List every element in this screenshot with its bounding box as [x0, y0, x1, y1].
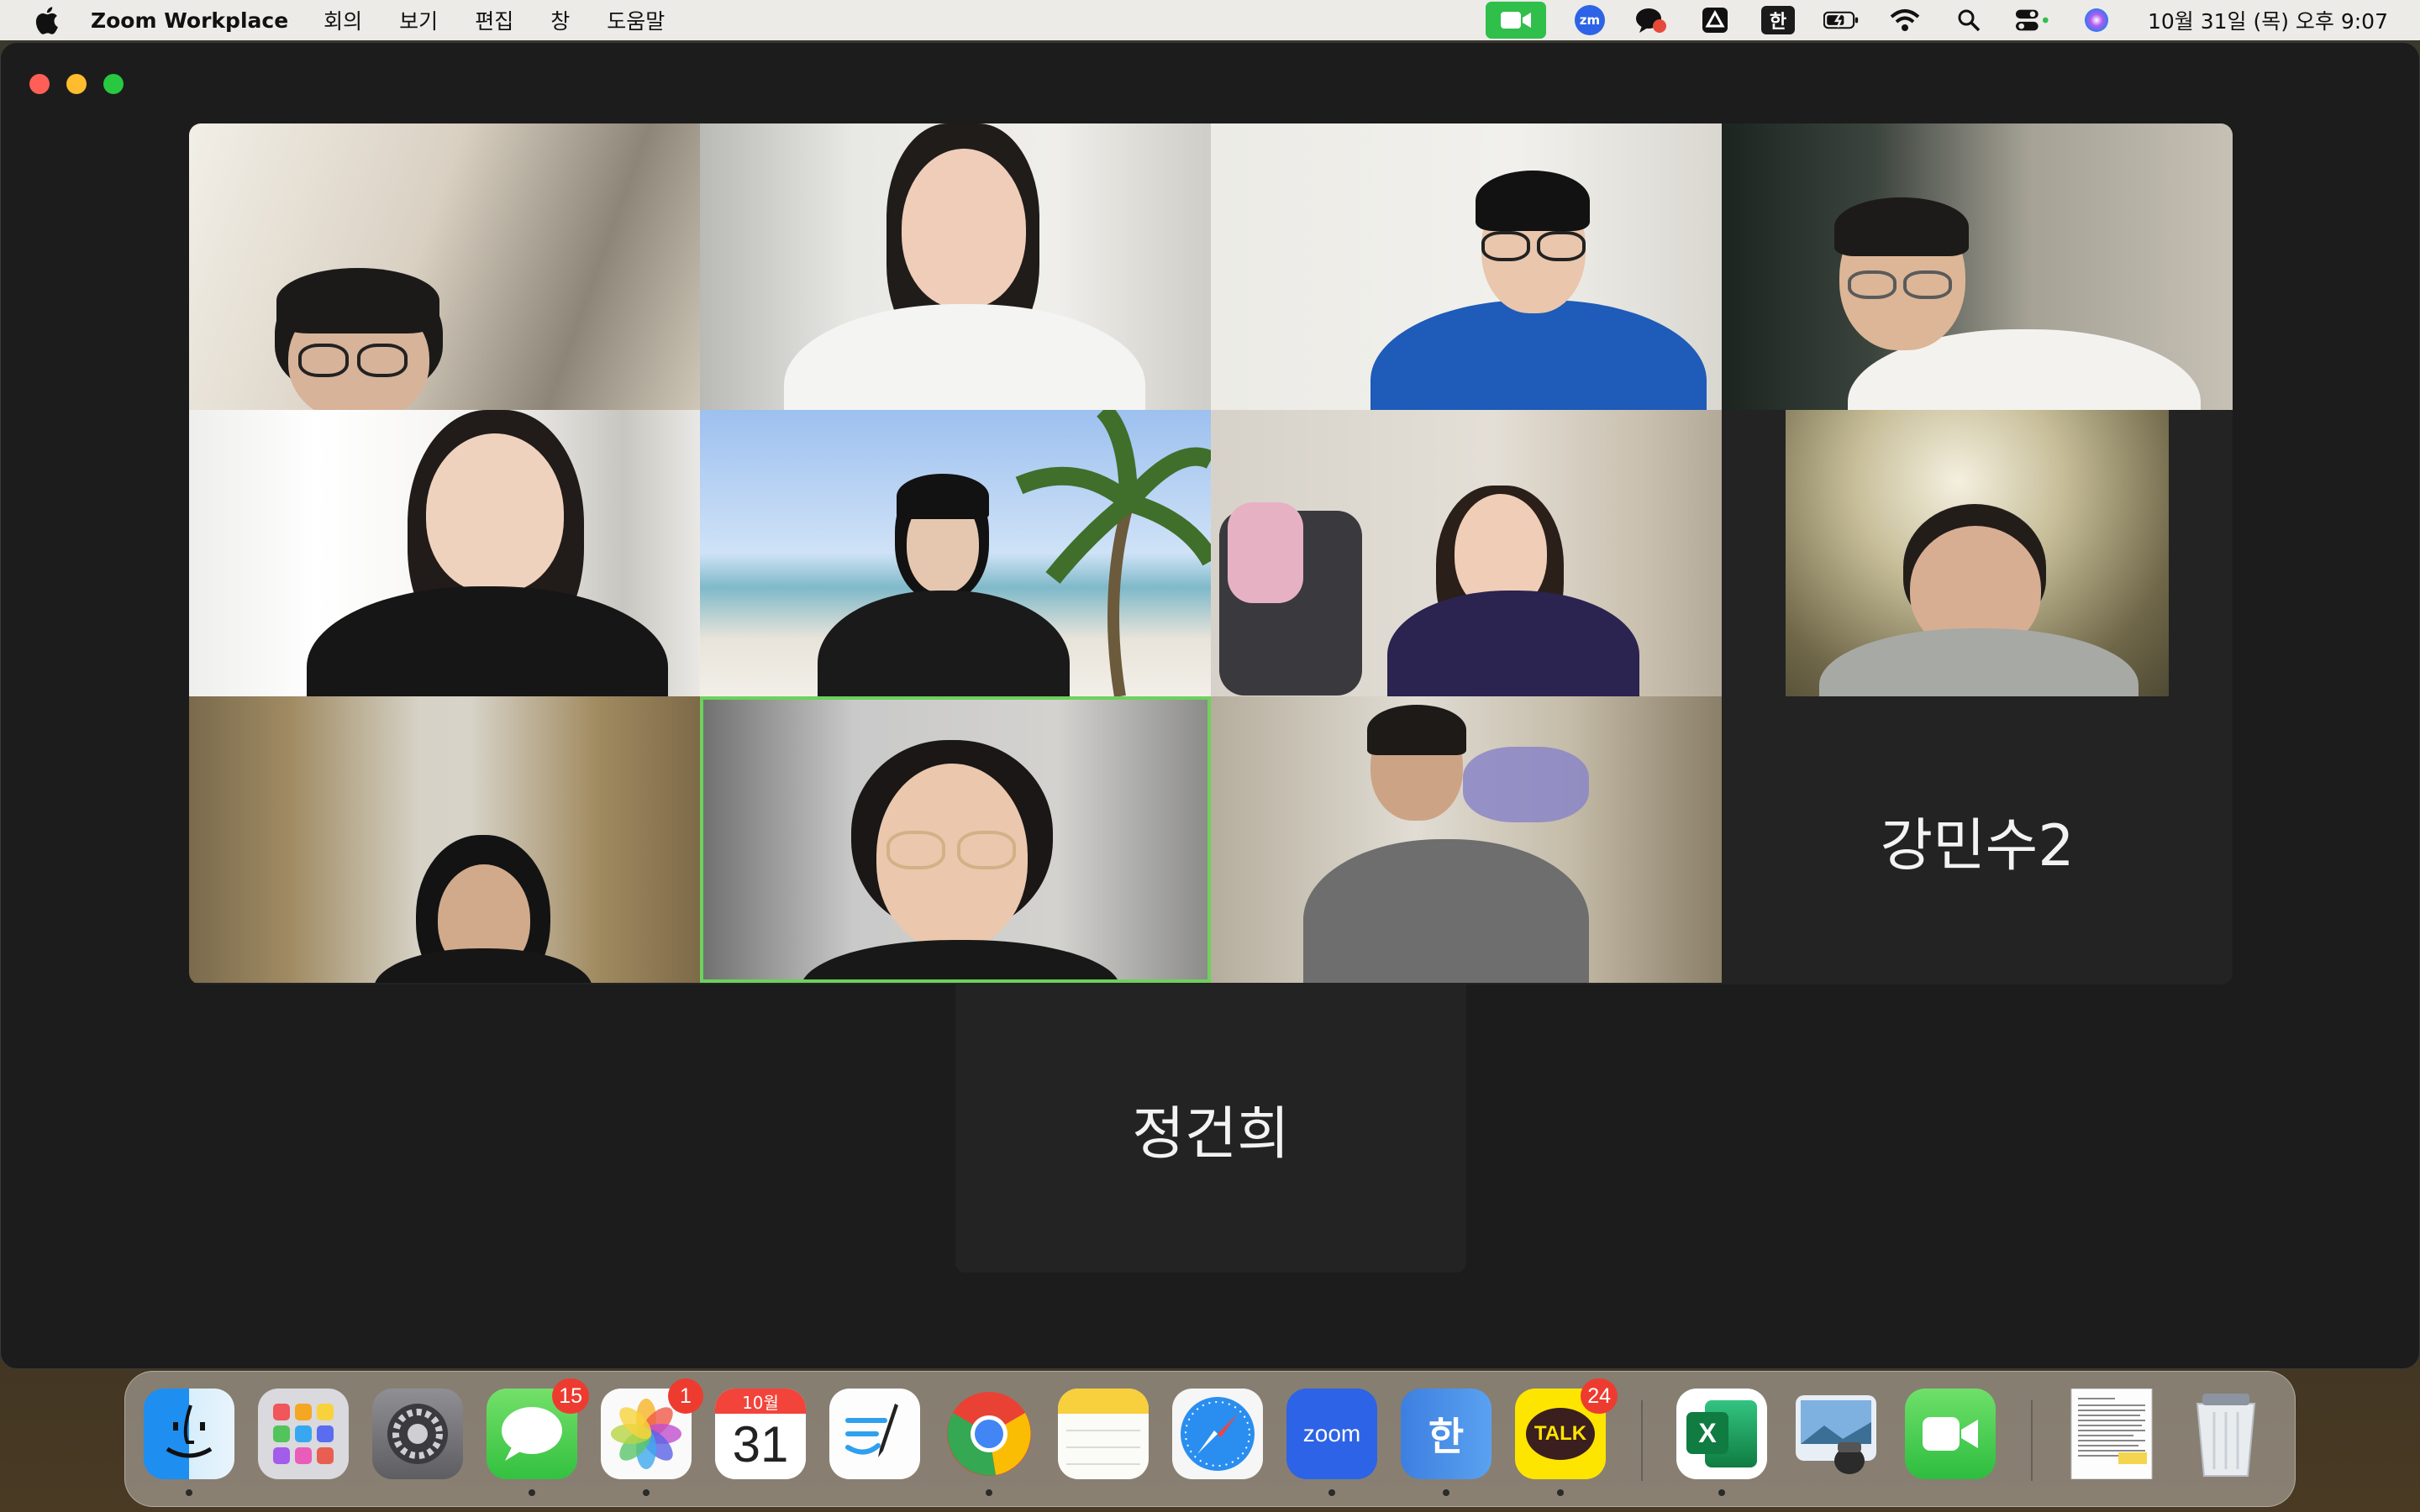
participant-name-label: 강민수2	[1880, 813, 2075, 879]
app-menu-zoom[interactable]: Zoom Workplace	[91, 8, 288, 33]
participant-video-tile[interactable]	[1722, 410, 2233, 696]
zoom-icon[interactable]: zoom	[1286, 1389, 1377, 1479]
excel-icon[interactable]: X	[1676, 1389, 1767, 1479]
safari-icon[interactable]	[1172, 1389, 1263, 1479]
notification-badge: 15	[552, 1378, 589, 1414]
zoom-app-label: zoom	[1302, 1420, 1361, 1446]
running-indicator	[1557, 1489, 1564, 1496]
gallery-view-grid: 강민수2	[189, 123, 2233, 984]
participant-video-tile[interactable]	[1211, 123, 1722, 410]
notes-icon[interactable]	[1058, 1389, 1149, 1479]
running-indicator	[529, 1489, 535, 1496]
menu-bar: Zoom Workplace 회의 보기 편집 창 도움말 zm 한 10월 3…	[0, 0, 2420, 40]
hangul-dictionary-icon[interactable]: 한	[1401, 1389, 1491, 1479]
participant-name-tile[interactable]: 정건희	[955, 984, 1466, 1273]
chat-notification-icon[interactable]	[1634, 5, 1669, 35]
participant-name-label: 정건희	[1132, 1100, 1290, 1168]
document-thumbnail-icon[interactable]	[2066, 1389, 2157, 1479]
notification-badge: 24	[1581, 1378, 1618, 1414]
participant-video-tile[interactable]	[700, 123, 1211, 410]
chrome-icon[interactable]	[944, 1389, 1034, 1479]
calendar-day: 31	[732, 1416, 789, 1473]
running-indicator	[643, 1489, 650, 1496]
facetime-icon[interactable]	[1905, 1389, 1996, 1479]
calendar-icon[interactable]: 10월 31	[715, 1389, 806, 1479]
kakaotalk-icon[interactable]: TALK 24	[1515, 1378, 1618, 1479]
running-indicator	[986, 1489, 992, 1496]
siri-icon[interactable]	[2079, 5, 2114, 35]
minimize-window-button[interactable]	[66, 74, 87, 94]
wifi-icon[interactable]	[1887, 5, 1923, 35]
notification-badge: 1	[668, 1378, 703, 1414]
participant-video-tile-active-speaker[interactable]	[700, 696, 1211, 983]
running-indicator	[1443, 1489, 1449, 1496]
menu-view[interactable]: 보기	[399, 5, 438, 35]
messages-icon[interactable]: 15	[487, 1378, 589, 1479]
kakaotalk-bubble: TALK	[1526, 1408, 1595, 1460]
control-center-icon[interactable]	[2015, 5, 2050, 35]
participant-video-tile[interactable]	[700, 410, 1211, 696]
calendar-month: 10월	[715, 1389, 806, 1414]
participant-video-tile[interactable]	[1211, 696, 1722, 983]
participant-video-tile[interactable]	[1722, 123, 2233, 410]
freeform-icon[interactable]	[829, 1389, 920, 1479]
photos-icon[interactable]: 1	[601, 1378, 703, 1479]
participant-video-tile[interactable]	[189, 123, 700, 410]
zoom-window-button[interactable]	[103, 74, 124, 94]
menu-bar-clock[interactable]: 10월 31일 (목) 오후 9:07	[2148, 5, 2388, 35]
finder-icon[interactable]	[144, 1389, 234, 1479]
trash-icon[interactable]	[2181, 1389, 2271, 1479]
dock: 15 1 10월 31 zoom 한 TALK 24 X	[124, 1371, 2296, 1507]
settings-icon[interactable]	[372, 1389, 463, 1479]
running-indicator	[1328, 1489, 1335, 1496]
drive-sync-icon[interactable]	[1697, 5, 1733, 35]
menu-window[interactable]: 창	[550, 5, 570, 35]
menu-edit[interactable]: 편집	[475, 5, 513, 35]
running-indicator	[186, 1489, 192, 1496]
preview-icon[interactable]	[1791, 1389, 1881, 1479]
menu-help[interactable]: 도움말	[607, 5, 665, 35]
participant-name-tile[interactable]: 강민수2	[1722, 696, 2233, 984]
participant-video-tile[interactable]	[189, 696, 700, 983]
input-source-icon[interactable]: 한	[1760, 6, 1795, 34]
participant-video-feed	[1786, 410, 2169, 696]
excel-logo-letter: X	[1686, 1412, 1728, 1454]
battery-icon[interactable]	[1823, 5, 1859, 35]
menu-meeting[interactable]: 회의	[324, 5, 362, 35]
window-controls	[29, 74, 124, 94]
launchpad-icon[interactable]	[258, 1389, 349, 1479]
apple-menu-icon[interactable]	[34, 6, 59, 34]
zoom-video-status-icon[interactable]	[1485, 2, 1546, 39]
participant-video-tile[interactable]	[1211, 410, 1722, 696]
spotlight-search-icon[interactable]	[1951, 5, 1986, 35]
dictionary-app-label: 한	[1428, 1414, 1465, 1459]
close-window-button[interactable]	[29, 74, 50, 94]
zoom-meeting-window: 강민수2 정건희	[0, 42, 2420, 1369]
dock-separator	[2031, 1400, 2033, 1481]
zoom-menu-extra-icon[interactable]: zm	[1574, 5, 1605, 35]
participant-video-tile[interactable]	[189, 410, 700, 696]
running-indicator	[1718, 1489, 1725, 1496]
dock-separator	[1641, 1400, 1643, 1481]
